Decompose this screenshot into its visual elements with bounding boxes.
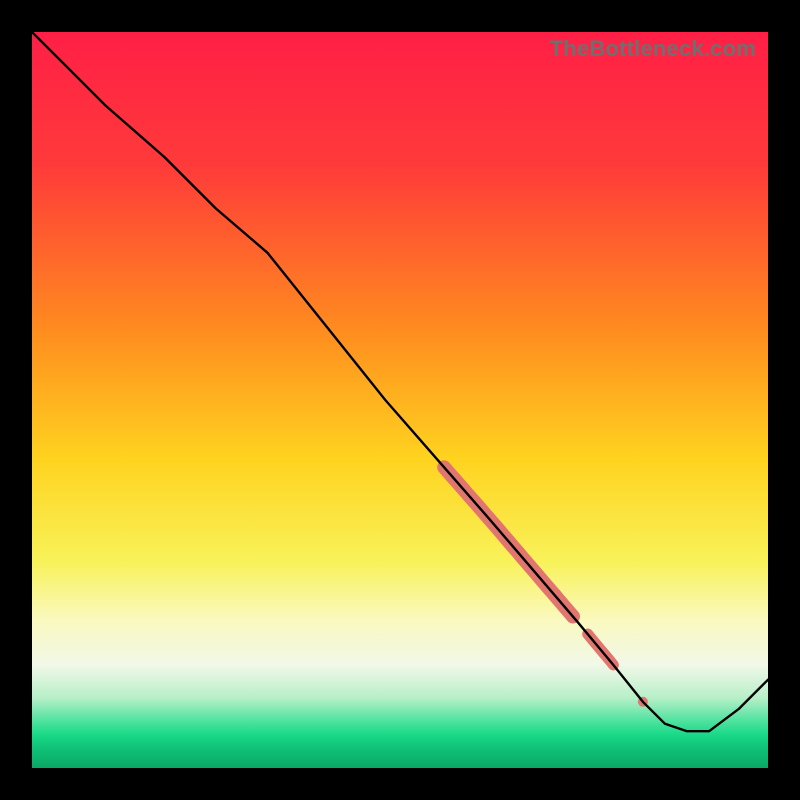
chart-svg bbox=[32, 32, 768, 768]
gradient-background bbox=[32, 32, 768, 768]
watermark-text: TheBottleneck.com bbox=[550, 36, 756, 62]
chart-frame: TheBottleneck.com bbox=[0, 0, 800, 800]
plot-area: TheBottleneck.com bbox=[32, 32, 768, 768]
